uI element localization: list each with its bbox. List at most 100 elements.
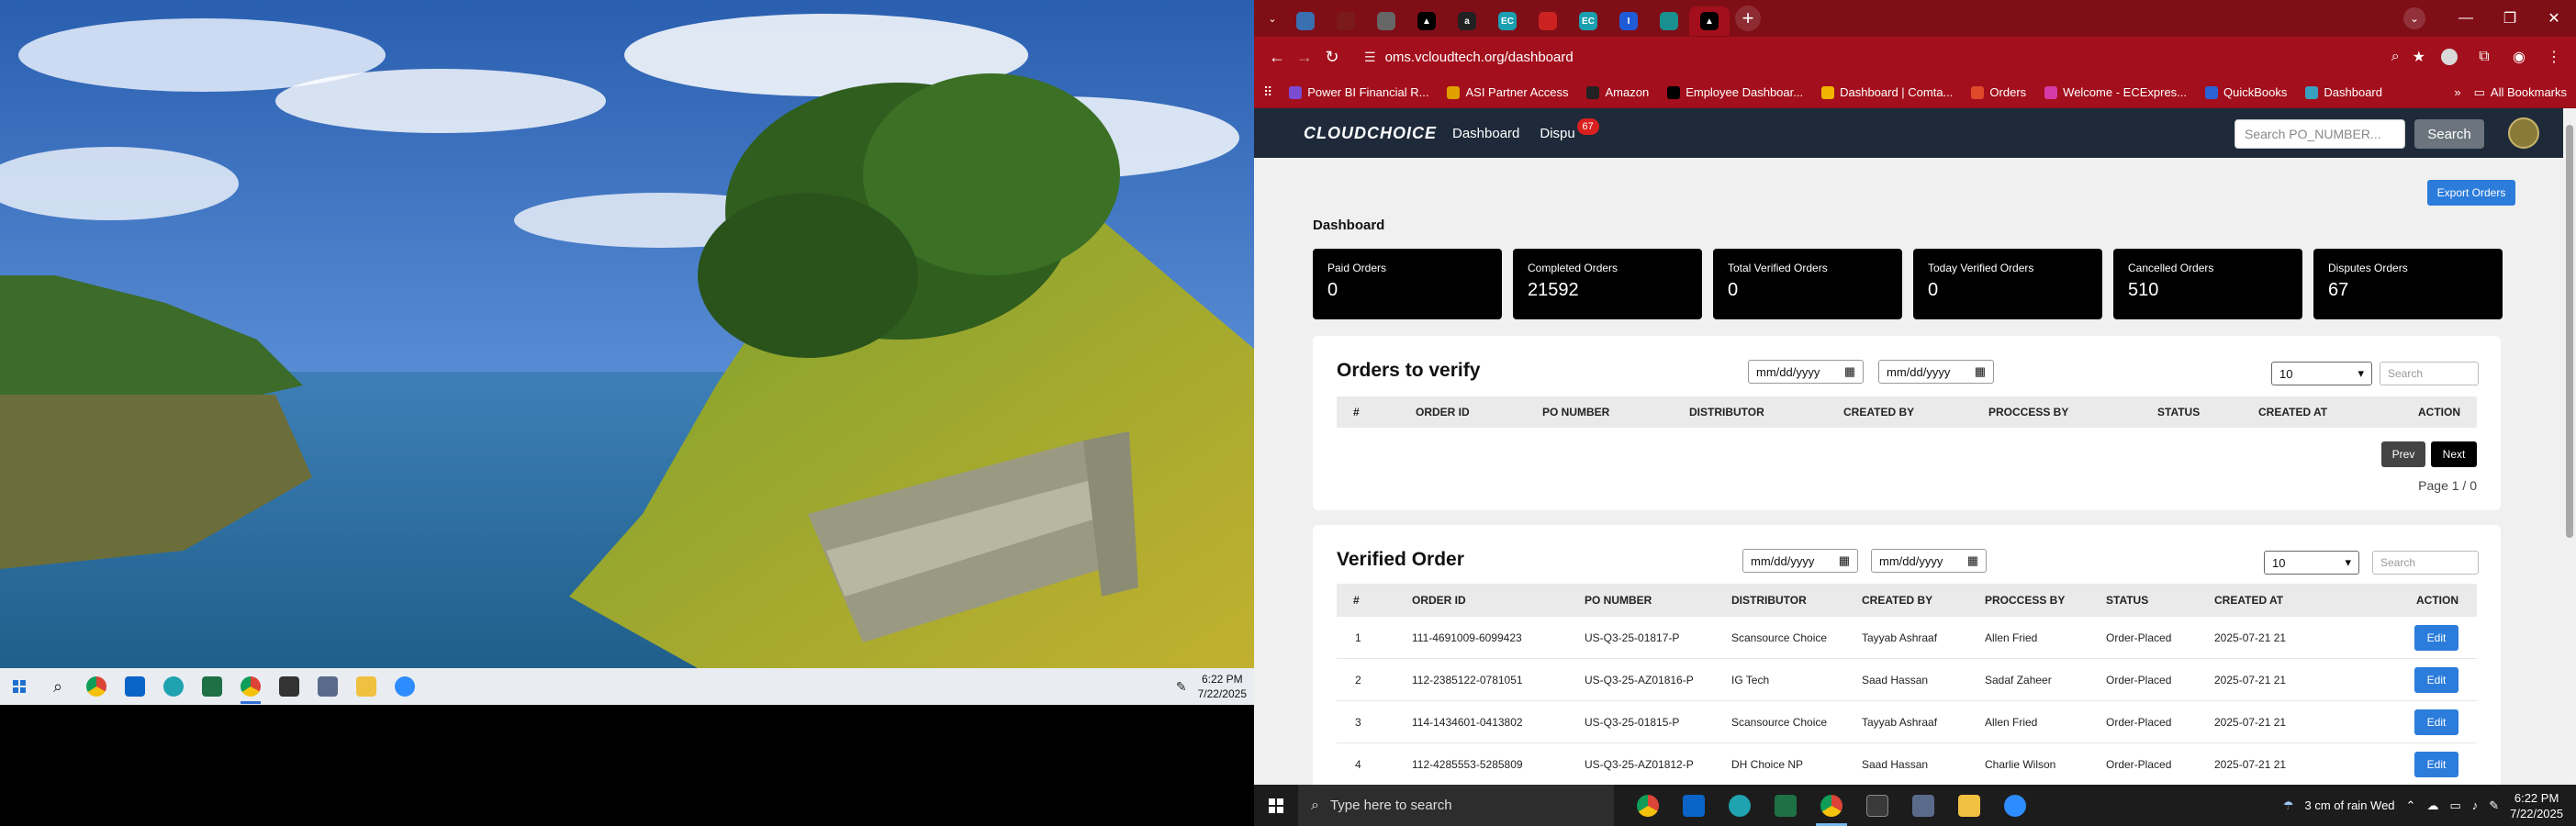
search-icon[interactable]: ⌕	[39, 668, 77, 705]
tab-down-arrow[interactable]: ⌄	[1260, 4, 1285, 33]
bookmark-star-icon[interactable]: ★	[2413, 48, 2425, 66]
tab-6[interactable]: EC	[1487, 6, 1528, 36]
tab-2[interactable]	[1326, 6, 1366, 36]
panel-search-input[interactable]: Search	[2380, 362, 2479, 385]
address-bar[interactable]: ☰ oms.vcloudtech.org/dashboard ⌕ ★	[1353, 42, 2436, 72]
date-from-input[interactable]: mm/dd/yyyy ▦	[1748, 360, 1864, 384]
tab-10[interactable]	[1649, 6, 1689, 36]
left-clock[interactable]: 6:22 PM 7/22/2025	[1198, 672, 1247, 701]
scrollbar-thumb[interactable]	[2566, 125, 2573, 538]
date-to-input[interactable]: mm/dd/yyyy ▦	[1871, 549, 1987, 573]
extensions-icon[interactable]: ⧉	[2471, 44, 2497, 70]
tab-7[interactable]	[1528, 6, 1568, 36]
file-explorer-icon[interactable]	[1946, 785, 1992, 826]
next-button[interactable]: Next	[2431, 441, 2477, 467]
chrome-icon[interactable]	[77, 668, 116, 705]
forward-button[interactable]: →	[1291, 42, 1318, 72]
date-from-input[interactable]: mm/dd/yyyy ▦	[1742, 549, 1858, 573]
tab-3[interactable]	[1366, 6, 1406, 36]
account-icon[interactable]: ◉	[2506, 44, 2532, 70]
per-page-select[interactable]: 10 ▾	[2264, 551, 2359, 575]
bookmark-4[interactable]: Dashboard | Comta...	[1814, 82, 1960, 103]
reload-button[interactable]: ↻	[1318, 42, 1346, 72]
edit-button[interactable]: Edit	[2414, 625, 2458, 651]
calendar-icon[interactable]: ▦	[1975, 364, 1986, 379]
excel-icon[interactable]	[1763, 785, 1809, 826]
excel-icon[interactable]	[193, 668, 231, 705]
network-icon[interactable]: ▭	[2449, 798, 2460, 813]
export-orders-button[interactable]: Export Orders	[2427, 180, 2515, 206]
bookmark-1[interactable]: ASI Partner Access	[1439, 82, 1575, 103]
weather-icon[interactable]: ☂	[2283, 798, 2294, 813]
apps-grid-icon[interactable]: ⠿	[1263, 84, 1272, 100]
calculator-icon[interactable]	[1900, 785, 1946, 826]
cell-status: Order-Placed	[2106, 673, 2172, 686]
bookmark-3[interactable]: Employee Dashboar...	[1660, 82, 1810, 103]
tab-9[interactable]: I	[1608, 6, 1649, 36]
edge-icon[interactable]	[154, 668, 193, 705]
bookmarks-overflow-icon[interactable]: »	[2454, 85, 2460, 99]
tab-search-icon[interactable]: ⌄	[2403, 7, 2425, 29]
date-to-input[interactable]: mm/dd/yyyy ▦	[1878, 360, 1994, 384]
zoom-icon[interactable]	[1992, 785, 2038, 826]
edge-icon[interactable]	[1717, 785, 1763, 826]
bookmark-8[interactable]: Dashboard	[2298, 82, 2390, 103]
edit-button[interactable]: Edit	[2414, 709, 2458, 735]
back-button[interactable]: ←	[1263, 42, 1291, 72]
volume-icon[interactable]: ♪	[2472, 798, 2479, 812]
chrome-active-icon[interactable]	[231, 668, 270, 705]
edit-button[interactable]: Edit	[2414, 752, 2458, 777]
site-info-icon[interactable]: ☰	[1364, 50, 1376, 65]
panel-search-input[interactable]: Search	[2372, 551, 2479, 575]
onedrive-icon[interactable]: ☁	[2426, 798, 2438, 813]
weather-text[interactable]: 3 cm of rain Wed	[2305, 798, 2395, 812]
tab-8[interactable]: EC	[1568, 6, 1608, 36]
chrome-icon[interactable]	[1625, 785, 1671, 826]
bookmark-0[interactable]: Power BI Financial R...	[1282, 82, 1436, 103]
chrome-active-icon[interactable]	[1809, 785, 1854, 826]
zoom-icon[interactable]	[386, 668, 424, 705]
calendar-icon[interactable]: ▦	[1967, 553, 1978, 568]
calendar-icon[interactable]: ▦	[1844, 364, 1855, 379]
taskbar-search-input[interactable]: ⌕ Type here to search	[1298, 785, 1614, 826]
bookmark-2[interactable]: Amazon	[1579, 82, 1656, 103]
chevron-up-icon[interactable]: ⌃	[2406, 798, 2416, 813]
sticky-notes-icon[interactable]	[270, 668, 308, 705]
file-explorer-icon[interactable]	[347, 668, 386, 705]
pen-icon[interactable]: ✎	[2489, 798, 2499, 813]
tab-4[interactable]: ▲	[1406, 6, 1447, 36]
windows-start-icon[interactable]	[0, 668, 39, 705]
calculator-icon[interactable]	[308, 668, 347, 705]
zoom-icon[interactable]: ⌕	[2391, 49, 2400, 65]
per-page-select[interactable]: 10 ▾	[2271, 362, 2372, 385]
windows-start-icon[interactable]	[1254, 785, 1298, 826]
outlook-icon[interactable]	[1671, 785, 1717, 826]
pen-icon[interactable]: ✎	[1176, 679, 1187, 695]
bookmark-6[interactable]: Welcome - ECExpres...	[2037, 82, 2194, 103]
extension-dot-icon[interactable]	[2436, 44, 2462, 70]
bookmark-7[interactable]: QuickBooks	[2198, 82, 2294, 103]
tab-active[interactable]: ▲	[1689, 6, 1730, 36]
all-bookmarks[interactable]: ▭ All Bookmarks	[2474, 85, 2567, 100]
calendar-icon[interactable]: ▦	[1839, 553, 1850, 568]
app-logo[interactable]: CLOUDCHOICE	[1304, 124, 1436, 143]
search-button[interactable]: Search	[2414, 119, 2484, 149]
bookmark-5[interactable]: Orders	[1964, 82, 2033, 103]
maximize-icon[interactable]: ❐	[2488, 0, 2532, 37]
right-clock[interactable]: 6:22 PM 7/22/2025	[2510, 790, 2563, 821]
sticky-notes-icon[interactable]	[1854, 785, 1900, 826]
tab-5[interactable]: a	[1447, 6, 1487, 36]
po-search-input[interactable]: Search PO_NUMBER...	[2234, 119, 2405, 149]
menu-icon[interactable]: ⋮	[2541, 44, 2567, 70]
prev-button[interactable]: Prev	[2381, 441, 2425, 467]
edit-button[interactable]: Edit	[2414, 667, 2458, 693]
page-scrollbar[interactable]	[2563, 108, 2576, 785]
avatar[interactable]	[2508, 117, 2539, 149]
minimize-icon[interactable]: —	[2444, 0, 2488, 37]
nav-dashboard[interactable]: Dashboard	[1452, 126, 1519, 141]
tab-1[interactable]	[1285, 6, 1326, 36]
new-tab-button[interactable]: +	[1735, 6, 1761, 31]
close-icon[interactable]: ✕	[2532, 0, 2576, 37]
outlook-icon[interactable]	[116, 668, 154, 705]
nav-disputes[interactable]: Dispu 67	[1540, 117, 1599, 141]
